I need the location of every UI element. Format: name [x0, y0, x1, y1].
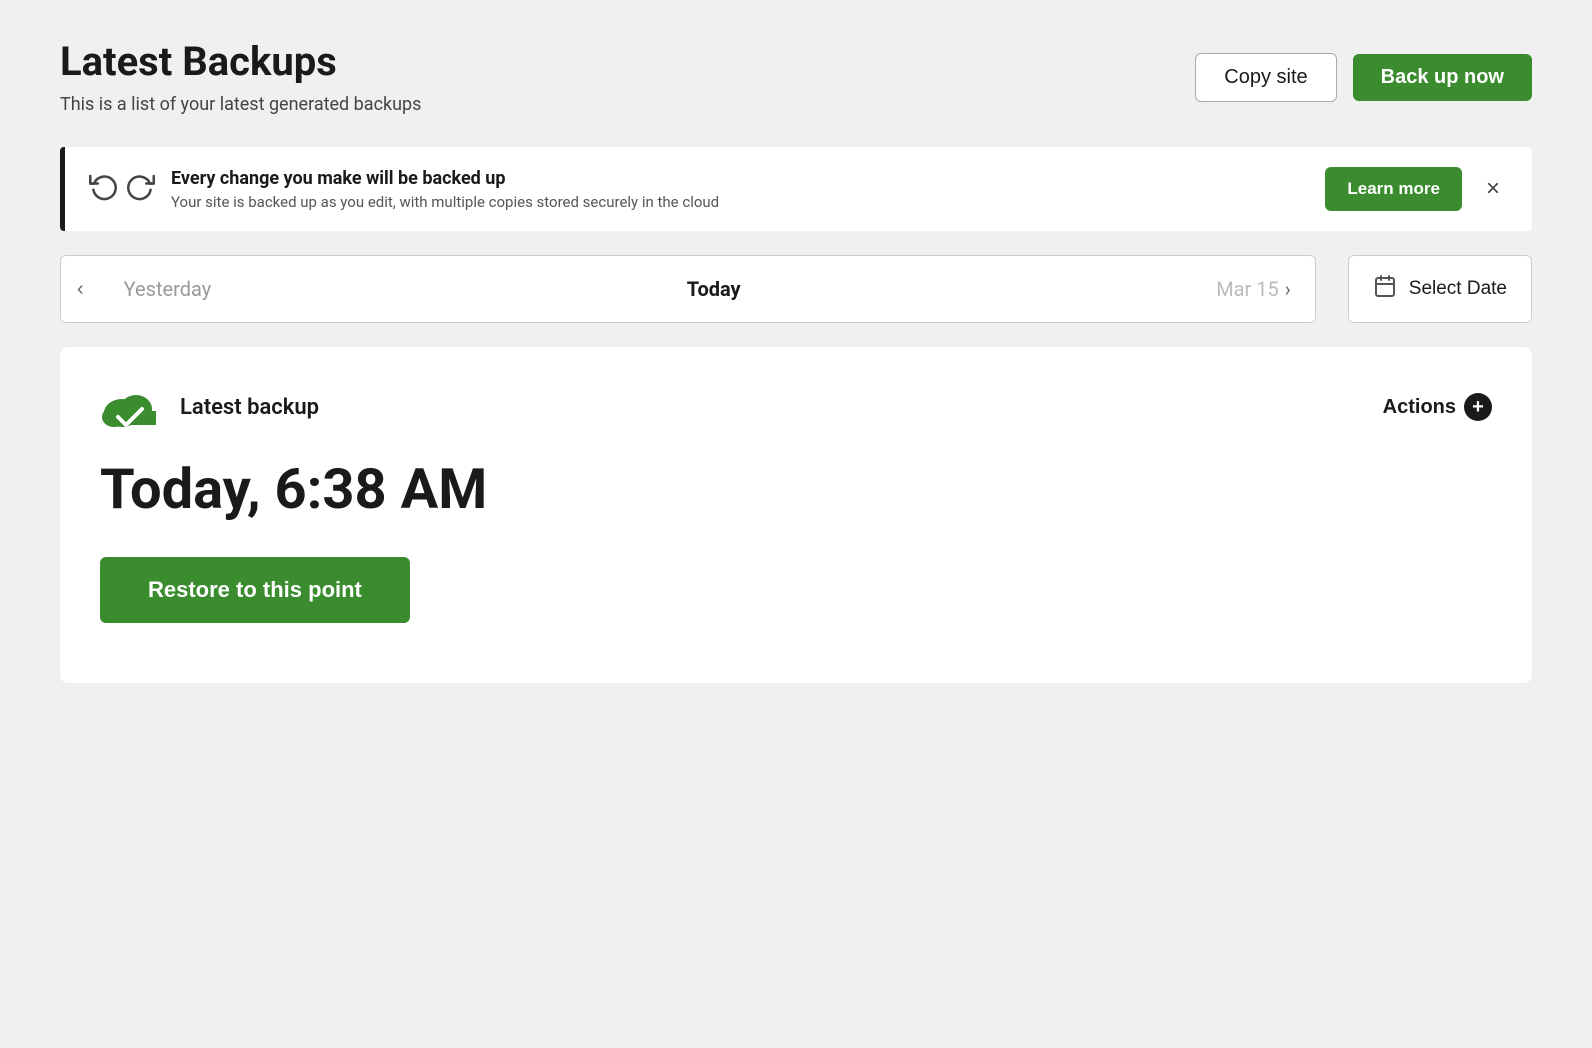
learn-more-button[interactable]: Learn more	[1325, 167, 1462, 211]
banner-title: Every change you make will be backed up	[171, 168, 1309, 189]
cloud-check-icon	[100, 383, 160, 431]
info-banner: Every change you make will be backed up …	[60, 147, 1532, 231]
banner-subtitle: Your site is backed up as you edit, with…	[171, 193, 1309, 211]
history-icon-2	[125, 171, 155, 208]
copy-site-button[interactable]: Copy site	[1195, 53, 1336, 102]
banner-content: Every change you make will be backed up …	[171, 168, 1309, 211]
date-nav-container: ‹ Yesterday Today Mar 15 ›	[60, 255, 1316, 323]
backup-title-group: Latest backup	[100, 383, 319, 431]
date-nav-prev-button[interactable]: ‹	[61, 256, 100, 322]
backup-label: Latest backup	[180, 395, 319, 420]
page-title: Latest Backups	[60, 40, 421, 84]
history-icon-1	[89, 171, 119, 208]
date-next-container: Mar 15 ›	[1216, 277, 1291, 301]
page-subtitle: This is a list of your latest generated …	[60, 94, 421, 115]
header-actions: Copy site Back up now	[1195, 53, 1532, 102]
select-date-button[interactable]: Select Date	[1348, 255, 1532, 323]
actions-label: Actions	[1383, 396, 1456, 419]
date-navigation-row: ‹ Yesterday Today Mar 15 › Select Date	[60, 255, 1532, 323]
restore-button[interactable]: Restore to this point	[100, 557, 410, 623]
calendar-icon	[1373, 274, 1397, 304]
banner-icons	[89, 171, 155, 208]
date-nav-items: Yesterday Today Mar 15 ›	[100, 277, 1315, 301]
date-yesterday[interactable]: Yesterday	[124, 277, 212, 301]
actions-button[interactable]: Actions +	[1383, 393, 1492, 421]
chevron-left-icon: ‹	[77, 278, 84, 301]
header-left: Latest Backups This is a list of your la…	[60, 40, 421, 115]
backup-time: Today, 6:38 AM	[100, 459, 1492, 521]
page-header: Latest Backups This is a list of your la…	[60, 40, 1532, 115]
chevron-right-icon: ›	[1285, 277, 1291, 301]
back-up-now-button[interactable]: Back up now	[1353, 54, 1532, 101]
close-icon: ×	[1486, 175, 1500, 202]
banner-close-button[interactable]: ×	[1478, 171, 1508, 207]
select-date-label: Select Date	[1409, 278, 1507, 300]
date-mar15[interactable]: Mar 15	[1216, 277, 1279, 301]
date-today[interactable]: Today	[687, 277, 741, 301]
backup-card-header: Latest backup Actions +	[100, 383, 1492, 431]
actions-plus-icon: +	[1464, 393, 1492, 421]
backup-card: Latest backup Actions + Today, 6:38 AM R…	[60, 347, 1532, 683]
